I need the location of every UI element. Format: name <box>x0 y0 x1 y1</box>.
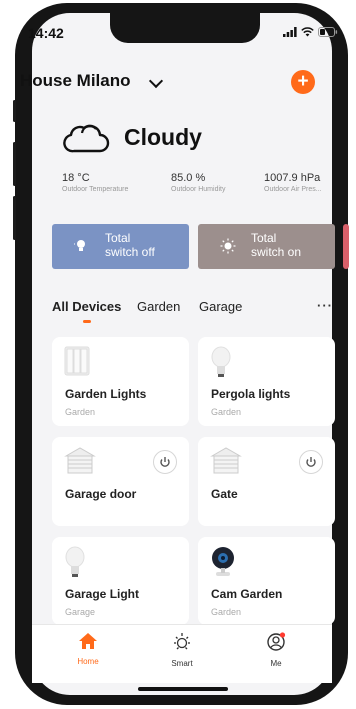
scene-label: Total switch on <box>251 231 301 259</box>
wifi-icon <box>301 27 314 37</box>
device-card-garage-door[interactable]: Garage door <box>52 437 189 526</box>
power-icon <box>306 457 316 467</box>
tabbar-label: Smart <box>171 659 193 668</box>
stat-label: Outdoor Humidity <box>171 186 226 193</box>
device-name: Gate <box>211 487 238 501</box>
power-button[interactable] <box>153 450 177 474</box>
home-icon <box>79 633 97 649</box>
home-indicator[interactable] <box>138 687 228 691</box>
tab-all-devices[interactable]: All Devices <box>52 299 121 314</box>
device-name: Garage Light <box>65 587 140 601</box>
more-tabs-button[interactable]: ··· <box>317 298 333 313</box>
device-name: Garage door <box>65 487 137 501</box>
stat-humidity: 85.0 % Outdoor Humidity <box>171 172 225 193</box>
scene-label-line1: Total <box>105 231 131 245</box>
battery-icon <box>318 27 338 37</box>
garage-icon <box>210 447 242 474</box>
device-room: Garden <box>211 407 242 417</box>
scene-next-peek[interactable] <box>343 224 349 269</box>
status-time: 14:42 <box>28 25 64 41</box>
signal-icon <box>283 27 297 37</box>
tabbar-smart[interactable]: Smart <box>152 632 212 668</box>
notch <box>110 13 260 43</box>
tabbar-label: Me <box>270 659 282 668</box>
weather-condition: Cloudy <box>124 124 202 150</box>
stat-temperature: 18 °C Outdoor Temperature <box>62 172 128 193</box>
add-device-button[interactable]: + <box>291 70 315 94</box>
device-name: Pergola lights <box>211 387 291 401</box>
camera-icon <box>212 547 234 576</box>
tabbar-home[interactable]: Home <box>58 632 118 666</box>
mute-switch <box>13 100 16 122</box>
stat-value: 1007.9 hPa <box>264 172 321 184</box>
scene-label-line1: Total <box>251 231 277 245</box>
garage-icon <box>64 447 96 474</box>
device-card-garage-light[interactable]: Garage Light Garage <box>52 537 189 625</box>
device-room: Garden <box>65 407 96 417</box>
power-button[interactable] <box>299 450 323 474</box>
device-room: Garage <box>65 607 96 617</box>
stat-value: 85.0 % <box>171 172 206 184</box>
device-card-cam-garden[interactable]: Cam Garden Garden <box>198 537 335 625</box>
cloud-icon <box>63 124 110 153</box>
sun-icon <box>174 633 190 650</box>
tabbar-me[interactable]: Me <box>246 632 306 668</box>
stat-label: Outdoor Air Pres... <box>264 186 322 193</box>
tabbar-label: Home <box>77 657 99 666</box>
device-card-pergola-lights[interactable]: Pergola lights Garden <box>198 337 335 426</box>
scene-total-switch-off[interactable]: Total switch off <box>52 224 189 269</box>
stat-label: Outdoor Temperature <box>62 186 129 193</box>
tab-garden[interactable]: Garden <box>137 299 180 314</box>
bulb-on-icon <box>220 238 236 254</box>
device-room: Garden <box>211 607 242 617</box>
bulb-off-icon <box>74 240 85 251</box>
stat-air-pressure: 1007.9 hPa Outdoor Air Pres... <box>264 172 322 193</box>
bulb-icon <box>211 346 231 377</box>
home-selector[interactable]: House Milano <box>20 71 131 91</box>
volume-down-button <box>13 196 16 240</box>
scene-label: Total switch off <box>105 231 155 259</box>
device-card-gate[interactable]: Gate <box>198 437 335 526</box>
scene-label-line2: switch on <box>251 245 302 259</box>
tab-garage[interactable]: Garage <box>199 299 242 314</box>
device-card-garden-lights[interactable]: Garden Lights Garden <box>52 337 189 426</box>
bulb-icon <box>65 546 85 577</box>
active-tab-indicator <box>83 320 91 323</box>
stat-value: 18 °C <box>62 172 90 184</box>
bottom-tab-bar: Home Smart Me <box>32 624 332 683</box>
device-name: Garden Lights <box>65 387 147 401</box>
scene-label-line2: switch off <box>105 245 155 259</box>
switch-panel-icon <box>64 346 90 376</box>
status-icons <box>283 27 338 37</box>
scene-total-switch-on[interactable]: Total switch on <box>198 224 335 269</box>
power-icon <box>160 457 170 467</box>
profile-icon <box>267 632 286 651</box>
device-name: Cam Garden <box>211 587 283 601</box>
volume-up-button <box>13 142 16 186</box>
